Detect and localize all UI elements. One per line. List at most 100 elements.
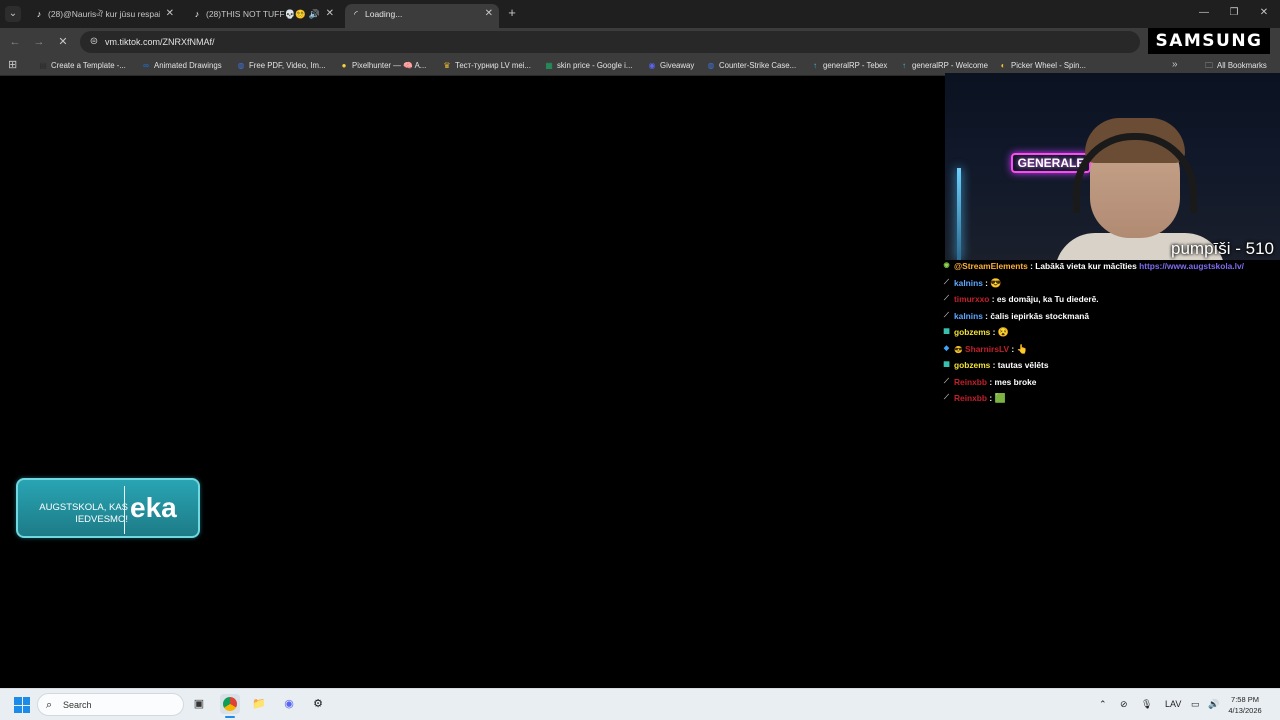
- bookmark-label: Тест-турнир LV mei...: [455, 61, 531, 70]
- windows-start-icon[interactable]: [14, 697, 30, 713]
- all-bookmarks-label: All Bookmarks: [1217, 61, 1267, 70]
- bookmark-1[interactable]: ∞ Animated Drawings: [141, 59, 221, 73]
- tab-title: (28)THIS NOT TUFF💀😵‍💫💔😭: [206, 9, 306, 19]
- task-view-icon[interactable]: ▣: [189, 694, 209, 714]
- chat-username[interactable]: kalnins: [954, 311, 983, 321]
- microphone-icon[interactable]: 🎙: [1141, 698, 1152, 710]
- bookmark-label: Giveaway: [660, 61, 695, 70]
- chat-separator: :: [1009, 343, 1017, 354]
- stream-counter-text: pumpīši - 510: [1171, 239, 1274, 258]
- ad-divider: [124, 486, 125, 534]
- taskbar: ⌕ Search ▣ 📁 ◉ ⚙ ⌃ ⊘ 🎙 LAV ▭ 🔊 7:58 PM 4…: [0, 688, 1280, 720]
- chat-message: ⟋ kalnins : 😎: [941, 277, 1271, 294]
- globe-icon: ◍: [707, 61, 715, 70]
- chat-username[interactable]: @StreamElements: [954, 261, 1028, 271]
- volume-icon[interactable]: 🔊: [1208, 698, 1219, 710]
- screen: ⌄ ♪ (28)@Naurisঐ kur jūsu respai ✕ ♪ (28…: [0, 0, 1280, 720]
- bookmark-3[interactable]: ● Pixelhunter — 🧠 A...: [339, 59, 427, 73]
- bookmark-label: Picker Wheel - Spin...: [1011, 61, 1086, 70]
- bookmark-2[interactable]: ◍ Free PDF, Video, Im...: [236, 59, 326, 73]
- chat-emote: 🟩: [994, 393, 1006, 403]
- stop-loading-icon[interactable]: ✕: [56, 35, 70, 49]
- chat-message: ⟋ timurxxo : es domāju, ka Tu diederē.: [941, 293, 1271, 310]
- wheel-icon: ◐: [1000, 61, 1006, 70]
- chat-message: ◉ @StreamElements : Labākā vieta kur mācī…: [941, 260, 1271, 277]
- sword-badge-icon: ⟋: [944, 295, 949, 302]
- chat-text: tautas vēlēts: [997, 360, 1049, 370]
- tab-0[interactable]: ♪ (28)@Naurisঐ kur jūsu respai ✕: [28, 4, 180, 28]
- ad-banner[interactable]: AUGSTSKOLA, KAS IEDVESMO! eka: [16, 478, 200, 538]
- address-bar[interactable]: ⊜ vm.tiktok.com/ZNRXfNMAf/: [80, 31, 1140, 53]
- chat-username[interactable]: timurxxo: [954, 294, 989, 304]
- chat-text: mes broke: [994, 376, 1037, 387]
- globe-icon: ◍: [237, 61, 245, 70]
- close-window-icon[interactable]: ✕: [1257, 6, 1271, 20]
- monitor-icon[interactable]: ▭: [1191, 698, 1200, 710]
- ad-tagline: AUGSTSKOLA, KAS IEDVESMO!: [39, 502, 128, 525]
- chat-link[interactable]: https://www.augstskola.lv/: [1139, 261, 1244, 271]
- chat-username[interactable]: Reinxbb: [954, 393, 987, 403]
- grid-badge-icon: ▦: [943, 328, 950, 335]
- steam-icon[interactable]: ⚙: [308, 694, 328, 714]
- speaker-icon[interactable]: 🔊: [309, 4, 320, 24]
- site-info-icon[interactable]: ⊜: [88, 36, 100, 48]
- chat-text: es domāju, ka Tu diederē.: [996, 294, 1099, 304]
- bookmark-label: Create a Template -...: [51, 61, 126, 70]
- chrome-icon[interactable]: [220, 694, 240, 718]
- all-bookmarks-button[interactable]: 🗀 All Bookmarks: [1204, 59, 1267, 73]
- tab-1[interactable]: ♪ (28)THIS NOT TUFF💀😵‍💫💔😭 🔊 ✕: [186, 4, 340, 28]
- bookmark-6[interactable]: ◉ Giveaway: [647, 59, 695, 73]
- discord-icon: ◉: [648, 61, 656, 70]
- restore-icon[interactable]: ❐: [1227, 6, 1241, 20]
- tiktok-icon: ♪: [36, 9, 42, 19]
- minimize-icon[interactable]: —: [1197, 6, 1211, 20]
- file-explorer-icon[interactable]: 📁: [249, 694, 269, 714]
- pixelhunter-icon: ●: [341, 61, 347, 70]
- sword-badge-icon: ⟋: [944, 278, 949, 286]
- close-tab-icon[interactable]: ✕: [166, 4, 174, 24]
- search-icon: ⌕: [46, 699, 53, 711]
- bookmark-9[interactable]: ↑ generalRP - Welcome: [899, 59, 988, 73]
- chat-username[interactable]: gobzems: [954, 327, 990, 337]
- chat-text: čalis iepirkās stockmanā: [990, 310, 1090, 321]
- bookmark-8[interactable]: ↑ generalRP - Tebex: [810, 59, 887, 73]
- bookmark-7[interactable]: ◍ Counter-Strike Case...: [706, 59, 797, 73]
- tab-2-active[interactable]: ◜ Loading... ✕: [345, 4, 499, 28]
- language-indicator[interactable]: LAV: [1165, 698, 1181, 710]
- chevron-double-right-icon[interactable]: »: [1172, 59, 1178, 71]
- tab-title: Loading...: [365, 9, 403, 19]
- back-arrow-icon[interactable]: ←: [8, 35, 22, 49]
- stream-chat: ◉ @StreamElements : Labākā vieta kur mācī…: [941, 260, 1271, 409]
- sheets-icon: ▦: [545, 61, 553, 70]
- sunglasses-badge-icon: 😎: [954, 346, 963, 354]
- chevron-up-icon[interactable]: ⌃: [1099, 698, 1107, 710]
- chat-username[interactable]: SharnirsLV: [965, 344, 1009, 354]
- arrow-up-icon: ↑: [902, 61, 906, 70]
- clock[interactable]: 7:58 PM 4/13/2026: [1223, 694, 1267, 716]
- sword-badge-icon: ⟋: [944, 394, 949, 401]
- chat-username[interactable]: Reinxbb: [954, 377, 987, 387]
- taskbar-search[interactable]: ⌕ Search: [37, 693, 184, 716]
- ad-logo: eka: [130, 492, 177, 523]
- tab-search-button[interactable]: ⌄: [5, 6, 21, 22]
- chat-message: ⟋ Reinxbb : mes broke: [941, 376, 1271, 393]
- apps-grid-icon[interactable]: ⊞: [8, 59, 20, 71]
- verified-badge-icon: ◉: [943, 262, 950, 269]
- bookmark-5[interactable]: ▦ skin price - Google i...: [544, 59, 632, 73]
- forward-arrow-icon[interactable]: →: [32, 35, 46, 49]
- chat-username[interactable]: gobzems: [954, 360, 990, 370]
- discord-icon[interactable]: ◉: [279, 694, 299, 714]
- bookmark-4[interactable]: ♛ Тест-турнир LV mei...: [442, 59, 531, 73]
- bookmark-label: Pixelhunter — 🧠 A...: [352, 61, 427, 70]
- chat-message: ▦ gobzems : 😵: [941, 326, 1271, 343]
- url-text[interactable]: vm.tiktok.com/ZNRXfNMAf/: [105, 31, 215, 53]
- chat-username[interactable]: kalnins: [954, 278, 983, 288]
- bookmark-10[interactable]: ◐ Picker Wheel - Spin...: [998, 59, 1086, 73]
- chat-separator: :: [990, 327, 998, 337]
- bookmark-0[interactable]: ▤ Create a Template -...: [38, 59, 126, 73]
- close-tab-icon[interactable]: ✕: [326, 4, 334, 24]
- network-off-icon[interactable]: ⊘: [1120, 698, 1128, 710]
- sword-badge-icon: ⟋: [944, 377, 949, 385]
- close-tab-icon[interactable]: ✕: [485, 4, 493, 24]
- new-tab-button[interactable]: +: [505, 5, 519, 21]
